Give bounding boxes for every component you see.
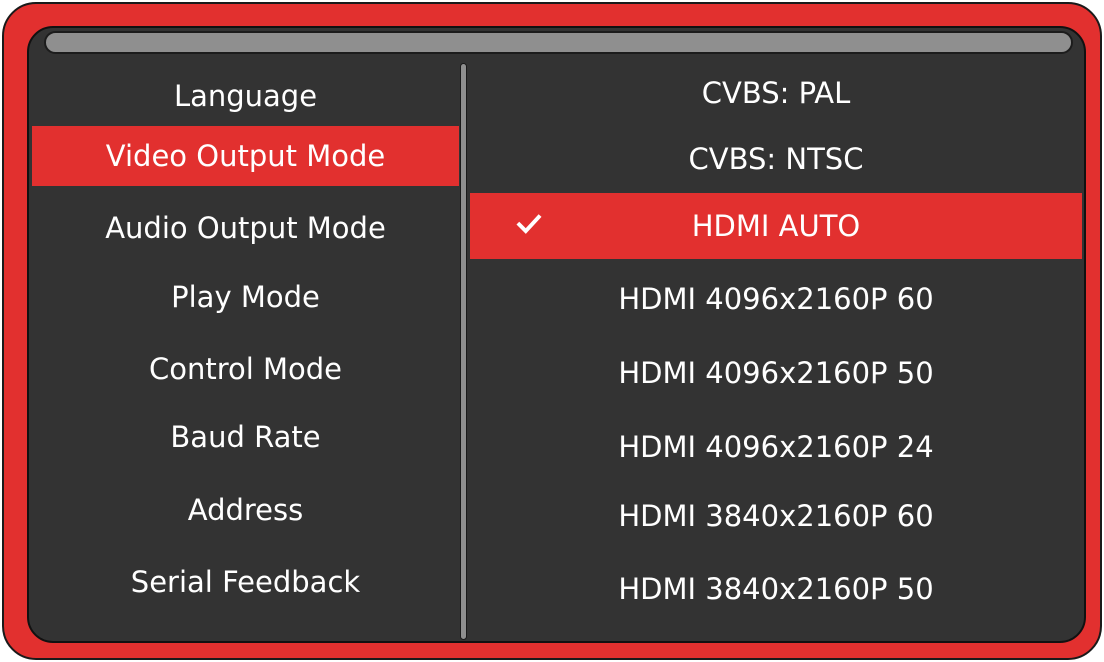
device-frame: Language Video Output Mode Audio Output … xyxy=(2,2,1102,660)
option-hdmi-3840x2160p50[interactable]: HDMI 3840x2160P 50 xyxy=(470,559,1082,619)
menu-item-label: Address xyxy=(187,493,304,527)
menu-item-language[interactable]: Language xyxy=(32,66,459,126)
menu-divider-scrollbar[interactable] xyxy=(460,63,467,640)
menu-item-control-mode[interactable]: Control Mode xyxy=(32,339,459,399)
video-output-options: CVBS: PAL CVBS: NTSC HDMI AUTO HDMI 4096… xyxy=(470,28,1084,641)
checkmark-icon xyxy=(516,214,542,234)
menu-item-label: Serial Feedback xyxy=(130,565,361,599)
menu-item-label: Video Output Mode xyxy=(105,139,386,173)
menu-item-baud-rate[interactable]: Baud Rate xyxy=(32,407,459,467)
option-cvbs-pal[interactable]: CVBS: PAL xyxy=(470,63,1082,123)
option-hdmi-4096x2160p50[interactable]: HDMI 4096x2160P 50 xyxy=(470,343,1082,403)
osd-screen: Language Video Output Mode Audio Output … xyxy=(27,26,1086,643)
option-label: HDMI 4096x2160P 24 xyxy=(618,430,934,464)
menu-item-address[interactable]: Address xyxy=(32,480,459,540)
option-label: HDMI 3840x2160P 60 xyxy=(618,499,934,533)
option-hdmi-4096x2160p60[interactable]: HDMI 4096x2160P 60 xyxy=(470,269,1082,329)
option-label: CVBS: PAL xyxy=(701,76,851,110)
menu-item-serial-feedback[interactable]: Serial Feedback xyxy=(32,552,459,612)
menu-item-label: Language xyxy=(173,79,318,113)
option-label: HDMI 3840x2160P 50 xyxy=(618,572,934,606)
option-hdmi-4096x2160p24[interactable]: HDMI 4096x2160P 24 xyxy=(470,417,1082,477)
menu-item-video-output-mode[interactable]: Video Output Mode xyxy=(32,126,459,186)
option-label: HDMI AUTO xyxy=(691,209,861,243)
menu-item-label: Audio Output Mode xyxy=(105,211,386,245)
menu-item-label: Control Mode xyxy=(148,352,343,386)
settings-menu: Language Video Output Mode Audio Output … xyxy=(29,28,459,641)
option-cvbs-ntsc[interactable]: CVBS: NTSC xyxy=(470,129,1082,189)
menu-item-label: Baud Rate xyxy=(170,420,321,454)
option-label: CVBS: NTSC xyxy=(688,142,864,176)
menu-item-label: Play Mode xyxy=(171,280,320,314)
menu-item-play-mode[interactable]: Play Mode xyxy=(32,267,459,327)
option-label: HDMI 4096x2160P 60 xyxy=(618,282,934,316)
option-hdmi-3840x2160p60[interactable]: HDMI 3840x2160P 60 xyxy=(470,486,1082,546)
option-label: HDMI 4096x2160P 50 xyxy=(618,356,934,390)
option-hdmi-auto[interactable]: HDMI AUTO xyxy=(470,193,1082,259)
menu-item-audio-output-mode[interactable]: Audio Output Mode xyxy=(32,198,459,258)
